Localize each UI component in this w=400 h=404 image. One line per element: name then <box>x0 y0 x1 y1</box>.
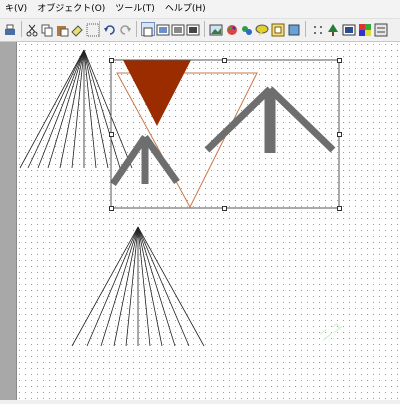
resize-handle-bottom[interactable] <box>222 206 227 211</box>
view-normal-icon[interactable] <box>141 22 155 37</box>
toolbar-separator <box>204 21 205 37</box>
resize-handle-bottom-left[interactable] <box>109 206 114 211</box>
image-icon[interactable] <box>209 22 223 36</box>
toolbar-separator <box>305 21 306 37</box>
resize-handle-bottom-right[interactable] <box>337 206 342 211</box>
menu-tools[interactable]: ツール(T) <box>110 0 160 18</box>
dots-icon[interactable] <box>311 22 325 36</box>
view-mode-4-icon[interactable] <box>186 22 200 36</box>
menu-help[interactable]: ヘルプ(H) <box>160 0 211 18</box>
undo-icon[interactable] <box>103 22 117 36</box>
redo-icon[interactable] <box>118 22 132 36</box>
copy-icon[interactable] <box>40 22 54 37</box>
resize-handle-top-right[interactable] <box>337 58 342 63</box>
shape-c-icon[interactable] <box>287 22 301 36</box>
grid-icon[interactable] <box>86 22 100 37</box>
balloon-icon[interactable] <box>255 22 269 36</box>
menu-view[interactable]: キ(V) <box>0 0 32 18</box>
frame-icon[interactable] <box>271 22 285 37</box>
canvas-svg[interactable] <box>17 42 400 400</box>
shape-a-icon[interactable] <box>240 22 254 36</box>
paste-icon[interactable] <box>55 22 69 37</box>
palette-icon[interactable] <box>225 22 239 36</box>
toolbar <box>0 19 400 42</box>
settings-icon[interactable] <box>374 22 388 37</box>
toolbar-separator <box>136 21 137 37</box>
resize-handle-right[interactable] <box>337 132 342 137</box>
toolbar-separator <box>21 21 22 37</box>
toolbar-separator <box>99 21 100 37</box>
resize-handle-left[interactable] <box>109 132 114 137</box>
tree-icon[interactable] <box>326 22 340 36</box>
menu-object[interactable]: オブジェクト(O) <box>32 0 110 18</box>
drawing-canvas[interactable]: ニュ <box>17 42 400 400</box>
eraser-icon[interactable] <box>70 22 84 37</box>
view-mode-3-icon[interactable] <box>171 22 185 36</box>
resize-handle-top-left[interactable] <box>109 58 114 63</box>
cut-icon[interactable] <box>25 22 39 37</box>
vertical-ruler[interactable] <box>0 42 17 400</box>
view-mode-2-icon[interactable] <box>156 22 170 36</box>
color-icon[interactable] <box>358 22 372 36</box>
print-icon[interactable] <box>3 22 17 36</box>
menu-bar: キ(V) オブジェクト(O) ツール(T) ヘルプ(H) <box>0 0 400 19</box>
picture-icon[interactable] <box>342 22 356 36</box>
resize-handle-top[interactable] <box>222 58 227 63</box>
